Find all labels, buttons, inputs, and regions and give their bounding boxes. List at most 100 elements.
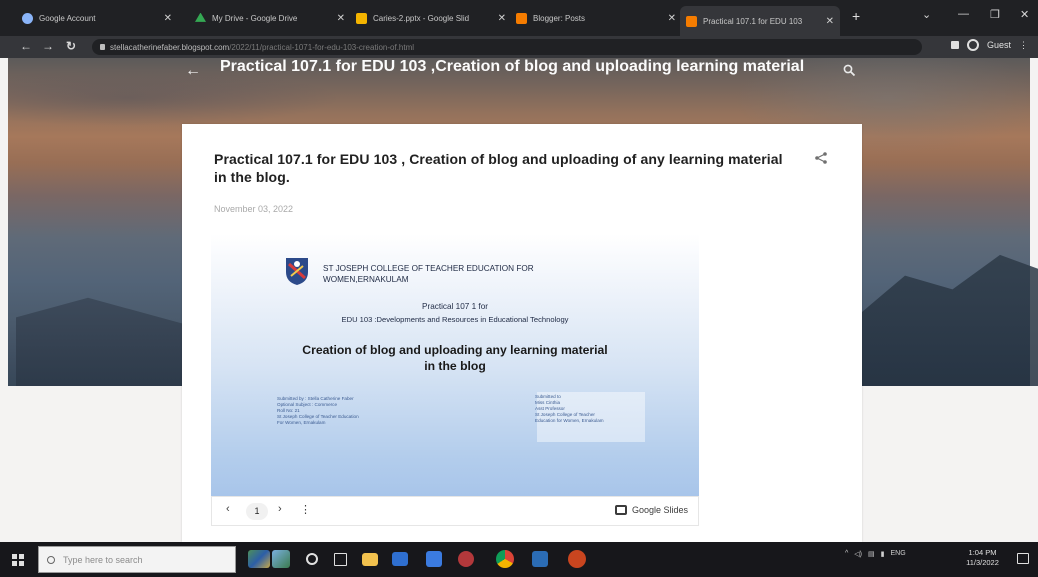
cortana-icon[interactable] (306, 553, 318, 565)
close-icon[interactable]: ✕ (826, 16, 834, 27)
tab-my-drive[interactable]: My Drive - Google Drive ✕ (195, 8, 345, 28)
search-icon[interactable] (843, 64, 856, 80)
chrome-icon[interactable] (496, 550, 514, 568)
submitted-by-block: Submitted by : Stella Catherine Faber Op… (277, 396, 359, 426)
more-options-icon[interactable]: ⋮ (300, 503, 311, 516)
college-name-line: WOMEN,ERNAKULAM (323, 275, 409, 284)
drive-icon (195, 12, 206, 22)
google-slides-icon (614, 505, 627, 515)
url-path: /2022/11/practical-1071-for-edu-103-crea… (229, 42, 415, 52)
college-logo-icon (286, 258, 308, 285)
tab-practical-107[interactable]: Practical 107.1 for EDU 103 ✕ (680, 6, 840, 36)
slide-title-line: Creation of blog and uploading any learn… (302, 343, 608, 357)
mail-icon[interactable] (392, 552, 408, 566)
powerpoint-icon[interactable] (568, 550, 586, 568)
office-app-icon[interactable] (532, 551, 548, 567)
search-icon (47, 555, 55, 564)
store-icon[interactable] (426, 551, 442, 567)
task-view-icon[interactable] (334, 553, 347, 566)
close-icon[interactable]: ✕ (668, 13, 676, 24)
tab-label: Caries-2.pptx - Google Slid (373, 13, 470, 23)
blogger-icon (686, 15, 697, 27)
tab-label: My Drive - Google Drive (212, 13, 298, 23)
window-close-icon[interactable]: ✕ (1020, 8, 1029, 21)
mountain-shape (16, 297, 196, 386)
speaker-icon[interactable]: ◁) (854, 550, 862, 558)
blogger-icon (516, 12, 527, 24)
post-title: Practical 107.1 for EDU 103 , Creation o… (214, 151, 783, 185)
google-slides-embed[interactable]: ST JOSEPH COLLEGE OF TEACHER EDUCATION F… (211, 234, 699, 526)
browser-toolbar: ← → ↻ stellacatherinefaber.blogspot.com … (0, 36, 1038, 58)
taskbar-clock[interactable]: 1:04 PM 11/3/2022 (955, 548, 1010, 568)
slides-icon (356, 12, 367, 24)
lock-icon (100, 44, 105, 50)
chevron-up-icon[interactable]: ^ (845, 550, 848, 558)
slide-title: Creation of blog and uploading any learn… (251, 342, 659, 374)
windows-taskbar: Type here to search ^ ◁) ▤ ▮ ENG 1:04 PM… (0, 542, 1038, 577)
network-icon[interactable]: ▤ (868, 550, 875, 558)
college-name: ST JOSEPH COLLEGE OF TEACHER EDUCATION F… (323, 263, 593, 285)
clock-time: 1:04 PM (968, 548, 997, 557)
file-explorer-icon[interactable] (362, 553, 378, 566)
windows-start-icon[interactable] (12, 554, 24, 566)
search-highlight-icon[interactable] (248, 550, 270, 568)
screen: Google Account ✕ My Drive - Google Drive… (0, 0, 1038, 577)
browser-tab-strip: Google Account ✕ My Drive - Google Drive… (0, 0, 1038, 36)
slide-page-number[interactable]: 1 (246, 503, 268, 520)
google-slides-label: Google Slides (631, 505, 688, 515)
forward-icon[interactable]: → (42, 39, 54, 53)
slide-title-line: in the blog (424, 359, 486, 373)
system-tray: ^ ◁) ▤ ▮ ENG (845, 550, 906, 558)
notification-icon[interactable] (1017, 553, 1029, 564)
url-host: stellacatherinefaber.blogspot.com (110, 42, 230, 52)
restore-icon[interactable]: ❐ (990, 8, 1000, 21)
tab-google-account[interactable]: Google Account ✕ (22, 8, 172, 28)
submitted-to-block: Submitted to Miss Cinthia Asst Professor… (535, 394, 604, 424)
close-icon[interactable]: ✕ (337, 13, 345, 24)
previous-slide-icon[interactable]: ‹ (226, 503, 230, 515)
slides-controls-bar: ‹ 1 › ⋮ Google Slides (211, 496, 699, 526)
tab-label: Practical 107.1 for EDU 103 (703, 16, 803, 26)
menu-icon[interactable]: ⋮ (1019, 40, 1028, 51)
search-highlight-icon[interactable] (272, 550, 290, 568)
battery-icon[interactable]: ▮ (881, 550, 885, 558)
profile-label[interactable]: Guest (987, 40, 1011, 50)
tab-label: Google Account (39, 13, 96, 23)
college-name-line: ST JOSEPH COLLEGE OF TEACHER EDUCATION F… (323, 264, 534, 273)
tab-layout-icon[interactable] (950, 41, 959, 49)
close-icon[interactable]: ✕ (498, 13, 506, 24)
shield-app-icon[interactable] (458, 551, 474, 567)
back-icon[interactable]: ← (20, 39, 32, 53)
taskbar-search-placeholder: Type here to search (63, 554, 143, 565)
google-slides-link[interactable]: Google Slides (614, 505, 688, 515)
share-icon[interactable] (814, 150, 828, 170)
tab-caries-slides[interactable]: Caries-2.pptx - Google Slid ✕ (356, 8, 506, 28)
blog-header-title[interactable]: Practical 107.1 for EDU 103 ,Creation of… (220, 58, 830, 75)
post-card: Practical 107.1 for EDU 103 , Creation o… (182, 124, 862, 542)
language-indicator[interactable]: ENG (891, 550, 906, 558)
next-slide-icon[interactable]: › (278, 503, 282, 515)
clock-date: 11/3/2022 (966, 558, 999, 567)
close-icon[interactable]: ✕ (164, 13, 172, 24)
submitted-to-line: Education for Women, Ernakulam (535, 418, 604, 423)
taskbar-search-box[interactable]: Type here to search (38, 546, 236, 573)
reload-icon[interactable]: ↻ (66, 39, 76, 53)
google-icon (22, 12, 33, 24)
profile-icon[interactable] (966, 39, 979, 51)
address-bar[interactable]: stellacatherinefaber.blogspot.com /2022/… (92, 39, 922, 55)
back-arrow-icon[interactable]: ← (185, 62, 201, 80)
course-title: EDU 103 :Developments and Resources in E… (341, 315, 569, 324)
tab-blogger-posts[interactable]: Blogger: Posts ✕ (516, 8, 676, 28)
tab-search-icon[interactable]: ⌄ (922, 8, 931, 21)
post-date[interactable]: November 03, 2022 (214, 204, 293, 214)
slide-canvas[interactable]: ST JOSEPH COLLEGE OF TEACHER EDUCATION F… (211, 234, 699, 496)
tab-label: Blogger: Posts (533, 13, 586, 23)
minimize-icon[interactable]: — (958, 8, 969, 20)
toolbar-right: Guest ⋮ (950, 39, 1028, 51)
blog-page: ← Practical 107.1 for EDU 103 ,Creation … (0, 58, 1038, 542)
blog-header: ← Practical 107.1 for EDU 103 ,Creation … (185, 58, 875, 118)
practical-number: Practical 107 1 for (422, 302, 488, 311)
new-tab-button[interactable]: + (852, 8, 860, 24)
submitted-by-line: For Women, Ernakulam (277, 420, 326, 425)
mountain-shape (848, 254, 1038, 386)
